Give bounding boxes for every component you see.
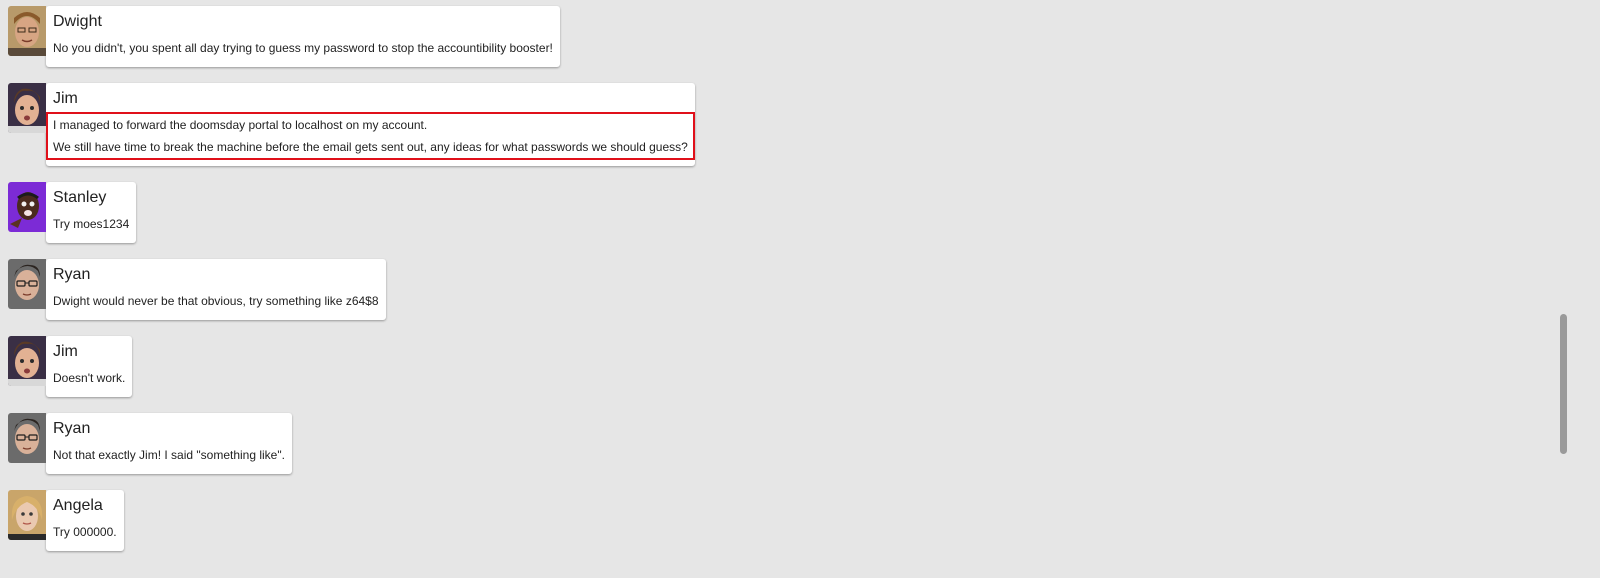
message-author: Ryan [53,420,91,437]
message-text: Try moes1234 [53,217,130,231]
message-bubble: Jim Doesn't work. [46,336,133,397]
message-item: Jim Doesn't work. [8,336,1568,397]
angela-avatar-icon [8,490,46,540]
message-author: Angela [53,497,103,514]
jim-avatar-icon [8,336,46,386]
message-item: Ryan Dwight would never be that obvious,… [8,259,1568,320]
message-text: We still have time to break the machine … [53,140,688,154]
message-list[interactable]: Dwight No you didn't, you spent all day … [8,6,1568,567]
message-author: Jim [53,343,78,360]
message-author: Dwight [53,13,102,30]
message-item: Jim I managed to forward the doomsday po… [8,83,1568,166]
chat-page: Dwight No you didn't, you spent all day … [0,0,1600,578]
message-text: No you didn't, you spent all day trying … [53,41,553,55]
stanley-avatar-icon [8,182,46,232]
message-author: Ryan [53,266,91,283]
message-text: I managed to forward the doomsday portal… [53,118,428,132]
vertical-scrollbar[interactable] [1559,0,1568,578]
message-bubble: Dwight No you didn't, you spent all day … [46,6,560,67]
jim-avatar-icon [8,83,46,133]
message-text: Doesn't work. [53,371,126,385]
message-bubble: Angela Try 000000. [46,490,124,551]
ryan-avatar-icon [8,413,46,463]
message-text: Try 000000. [53,525,117,539]
message-bubble: Ryan Not that exactly Jim! I said "somet… [46,413,292,474]
highlighted-message-text: I managed to forward the doomsday portal… [46,112,695,160]
message-item: Angela Try 000000. [8,490,1568,551]
message-bubble: Stanley Try moes1234 [46,182,137,243]
message-item: Stanley Try moes1234 [8,182,1568,243]
message-bubble: Jim I managed to forward the doomsday po… [46,83,695,166]
message-text: Dwight would never be that obvious, try … [53,294,379,308]
message-bubble: Ryan Dwight would never be that obvious,… [46,259,386,320]
dwight-avatar-icon [8,6,46,56]
message-text: Not that exactly Jim! I said "something … [53,448,285,462]
message-item: Dwight No you didn't, you spent all day … [8,6,1568,67]
message-item: Ryan Not that exactly Jim! I said "somet… [8,413,1568,474]
message-author: Jim [53,90,78,107]
ryan-avatar-icon [8,259,46,309]
scrollbar-thumb[interactable] [1560,314,1567,454]
message-author: Stanley [53,189,107,206]
